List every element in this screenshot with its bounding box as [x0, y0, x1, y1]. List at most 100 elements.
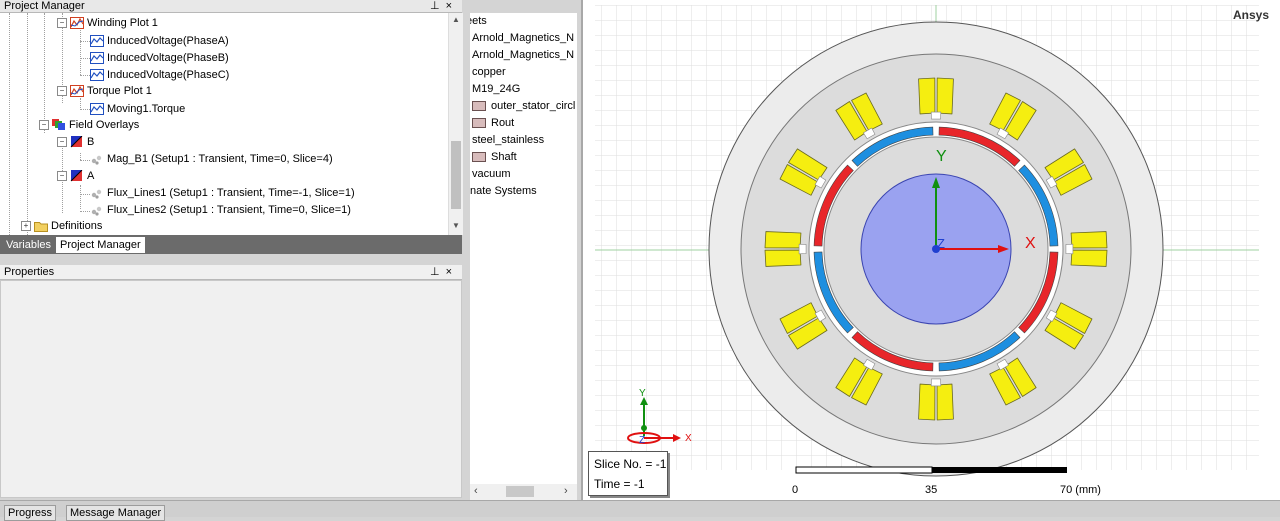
y-axis-label: Y	[936, 148, 947, 165]
tree-item-induced-voltage-b[interactable]: InducedVoltage(PhaseB)	[90, 50, 229, 66]
pin-icon[interactable]: ⊥	[430, 0, 446, 12]
slice-time-info: Slice No. = -1 Time = -1	[588, 451, 668, 496]
properties-panel	[0, 280, 462, 498]
tree-label: B	[87, 136, 95, 148]
tree-label: InducedVoltage(PhaseC)	[107, 69, 230, 81]
trace-icon	[90, 103, 104, 116]
model-item-label: outer_stator_circl	[491, 100, 576, 112]
trace-icon	[90, 69, 104, 82]
coil-segment	[936, 383, 954, 421]
tree-label: Winding Plot 1	[87, 17, 158, 29]
project-tree: − Winding Plot 1 InducedVoltage(PhaseA) I…	[0, 13, 462, 235]
scroll-right-icon[interactable]: ›	[564, 485, 568, 497]
viewport-canvas[interactable]	[583, 0, 1280, 500]
tree-item-moving-torque[interactable]: Moving1.Torque	[90, 101, 185, 117]
overlay-item-icon	[91, 189, 102, 199]
tree-item-flux-lines2[interactable]: Flux_Lines2 (Setup1 : Transient, Time=0,…	[90, 202, 351, 218]
model-item-sheets[interactable]: eets	[470, 13, 487, 30]
panel-tabs: Variables Project Manager	[0, 235, 462, 254]
scale-label-35: 35	[925, 484, 938, 496]
model-item-vacuum[interactable]: vacuum	[472, 166, 511, 183]
scroll-thumb[interactable]	[506, 486, 534, 497]
model-tree: eets Arnold_Magnetics_N Arnold_Magnetics…	[470, 13, 577, 500]
stator-tooth-tip	[930, 111, 942, 120]
plot-icon	[70, 85, 84, 98]
object-icon	[472, 101, 486, 112]
scale-label-70: 70 (mm)	[1060, 484, 1101, 496]
tree-item-winding-plot[interactable]: − Winding Plot 1	[57, 15, 158, 31]
tree-label: Flux_Lines1 (Setup1 : Transient, Time=-1…	[107, 187, 355, 199]
coil-segment	[764, 231, 802, 249]
modeler-viewport[interactable]: Ansys Y X Z Y X Z Slice No. = -1 Time = …	[581, 0, 1280, 500]
tree-item-induced-voltage-a[interactable]: InducedVoltage(PhaseA)	[90, 33, 229, 49]
overlay-item-icon	[91, 206, 102, 216]
scroll-up-icon[interactable]: ▲	[452, 15, 460, 24]
project-manager-titlebar: Project Manager ⊥×	[0, 0, 462, 13]
tree-item-flux-lines1[interactable]: Flux_Lines1 (Setup1 : Transient, Time=-1…	[90, 185, 355, 201]
object-icon	[472, 118, 486, 129]
x-axis-label: X	[1025, 235, 1036, 252]
model-item-label: Shaft	[491, 151, 517, 163]
pin-icon[interactable]: ⊥	[430, 266, 446, 278]
model-item-outer-stator[interactable]: outer_stator_circl	[472, 98, 575, 115]
trace-icon	[90, 52, 104, 65]
close-icon[interactable]: ×	[446, 266, 458, 278]
field-quantity-icon	[70, 170, 83, 182]
expand-icon[interactable]: +	[21, 221, 31, 232]
tree-item-induced-voltage-c[interactable]: InducedVoltage(PhaseC)	[90, 67, 229, 83]
collapse-icon[interactable]: −	[57, 137, 67, 148]
scroll-down-icon[interactable]: ▼	[452, 221, 460, 230]
tree-label: Field Overlays	[69, 119, 140, 131]
model-item-arnold1[interactable]: Arnold_Magnetics_N	[472, 30, 574, 47]
stator-tooth-tip	[1065, 243, 1074, 255]
plot-icon	[70, 17, 84, 30]
tree-item-mag-b1[interactable]: Mag_B1 (Setup1 : Transient, Time=0, Slic…	[90, 151, 333, 167]
scale-bar	[795, 466, 1067, 474]
model-tree-hscrollbar[interactable]: ‹ ›	[470, 484, 577, 500]
scroll-left-icon[interactable]: ‹	[474, 485, 478, 497]
tree-item-definitions[interactable]: + Definitions	[21, 218, 102, 234]
coil-segment	[1070, 249, 1108, 267]
tab-variables[interactable]: Variables	[2, 237, 55, 253]
collapse-icon[interactable]: −	[57, 18, 67, 29]
scale-label-0: 0	[792, 484, 799, 496]
z-axis-label: Z	[937, 236, 945, 251]
folder-icon	[34, 222, 48, 233]
tree-item-a[interactable]: − A	[57, 168, 94, 184]
field-overlays-icon	[52, 119, 65, 131]
brand-logo: Ansys	[1233, 8, 1270, 22]
tree-item-field-overlays[interactable]: − Field Overlays	[39, 117, 139, 133]
tree-label: Definitions	[51, 220, 103, 232]
collapse-icon[interactable]: −	[57, 171, 67, 182]
close-icon[interactable]: ×	[446, 0, 458, 12]
bottom-dock: Progress Message Manager	[0, 500, 1280, 521]
time-label: Time = -1	[594, 477, 645, 491]
model-item-shaft[interactable]: Shaft	[472, 149, 517, 166]
slice-number-label: Slice No. = -1	[594, 457, 667, 471]
tree-label: Mag_B1 (Setup1 : Transient, Time=0, Slic…	[107, 153, 333, 165]
model-item-copper[interactable]: copper	[472, 64, 506, 81]
field-quantity-icon	[70, 136, 83, 148]
tree-label: InducedVoltage(PhaseB)	[107, 52, 229, 64]
coil-segment	[918, 77, 936, 115]
model-item-arnold2[interactable]: Arnold_Magnetics_N	[472, 47, 574, 64]
tab-progress[interactable]: Progress	[4, 505, 57, 521]
model-item-m19[interactable]: M19_24G	[472, 81, 520, 98]
tree-scrollbar[interactable]: ▲ ▼	[448, 13, 463, 235]
coil-segment	[936, 77, 954, 115]
model-item-steel[interactable]: steel_stainless	[472, 132, 544, 149]
collapse-icon[interactable]: −	[57, 86, 67, 97]
tab-project-manager[interactable]: Project Manager	[56, 237, 145, 253]
tree-label: Flux_Lines2 (Setup1 : Transient, Time=0,…	[107, 204, 351, 216]
collapse-icon[interactable]: −	[39, 120, 49, 131]
tab-message-manager[interactable]: Message Manager	[66, 505, 166, 521]
model-item-rout[interactable]: Rout	[472, 115, 514, 132]
coil-segment	[764, 249, 802, 267]
scroll-thumb[interactable]	[451, 141, 461, 209]
stator-tooth-tip	[930, 378, 942, 387]
trace-icon	[90, 35, 104, 48]
properties-titlebar: Properties ⊥×	[0, 265, 462, 280]
tree-item-torque-plot[interactable]: − Torque Plot 1	[57, 83, 152, 99]
tree-item-b[interactable]: − B	[57, 134, 94, 150]
model-item-coordinate-systems[interactable]: nate Systems	[470, 183, 537, 200]
